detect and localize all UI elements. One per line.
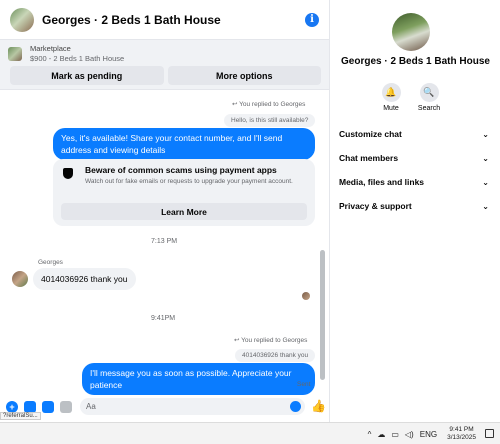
chat-panel: Georges · 2 Beds 1 Bath House i Marketpl… [0, 0, 330, 422]
message-outgoing[interactable]: I'll message you as soon as possible. Ap… [82, 363, 315, 395]
listing-title: $900 - 2 Beds 1 Bath House [30, 54, 125, 63]
seen-avatar [302, 292, 310, 300]
sticker-icon[interactable] [42, 401, 54, 413]
mute-button[interactable]: 🔔 Mute [371, 83, 411, 112]
search-icon: 🔍 [419, 83, 439, 102]
section-label: Customize chat [339, 129, 402, 139]
section-label: Privacy & support [339, 201, 412, 211]
section-label: Chat members [339, 153, 399, 163]
learn-more-button[interactable]: Learn More [61, 203, 307, 220]
conversation-title: Georges · 2 Beds 1 Bath House [341, 56, 490, 67]
notification-icon[interactable] [485, 429, 494, 438]
quoted-message[interactable]: Hello, is this still available? [224, 114, 316, 127]
clock[interactable]: 9:41 PM 3/13/2025 [447, 426, 476, 442]
chevron-down-icon: ⌄ [482, 177, 489, 187]
bell-icon: 🔔 [381, 83, 401, 102]
chevron-down-icon: ⌄ [482, 153, 489, 163]
reply-indicator: ↩ You replied to Georges [234, 336, 307, 344]
message-outgoing[interactable]: Yes, it's available! Share your contact … [53, 128, 315, 160]
section-privacy-support[interactable]: Privacy & support ⌄ [339, 199, 489, 213]
scrollbar[interactable] [320, 250, 325, 380]
gif-icon[interactable] [60, 401, 72, 413]
timestamp: 7:13 PM [151, 238, 178, 245]
reply-meta-text: You replied to Georges [239, 101, 306, 108]
chevron-up-icon[interactable]: ^ [368, 430, 372, 439]
url-tooltip: ?referralSu... [0, 412, 41, 420]
marketplace-label: Marketplace [30, 44, 71, 53]
system-tray: ^ ☁ ▭ ◁) ENG 9:41 PM 3/13/2025 [368, 426, 476, 442]
avatar[interactable] [10, 7, 34, 32]
search-label: Search [417, 105, 441, 112]
conversation-details-panel: Georges · 2 Beds 1 Bath House 🔔 Mute 🔍 S… [331, 0, 500, 422]
scam-warning-card: Beware of common scams using payment app… [53, 159, 315, 226]
listing-text: Marketplace $900 - 2 Beds 1 Bath House [30, 44, 124, 64]
search-button[interactable]: 🔍 Search [409, 83, 449, 112]
listing-row[interactable]: Marketplace $900 - 2 Beds 1 Bath House [8, 44, 321, 64]
language-indicator[interactable]: ENG [420, 430, 437, 439]
section-media-files-links[interactable]: Media, files and links ⌄ [339, 175, 489, 189]
section-customize-chat[interactable]: Customize chat ⌄ [339, 127, 489, 141]
message-status: Sent [297, 381, 311, 388]
taskbar: ^ ☁ ▭ ◁) ENG 9:41 PM 3/13/2025 [0, 422, 500, 444]
chevron-down-icon: ⌄ [482, 129, 489, 139]
composer: + Aa 👍 [0, 396, 330, 418]
section-chat-members[interactable]: Chat members ⌄ [339, 151, 489, 165]
chat-title[interactable]: Georges · 2 Beds 1 Bath House [42, 13, 305, 27]
messenger-window: Georges · 2 Beds 1 Bath House i Marketpl… [0, 0, 500, 422]
shield-icon [63, 168, 73, 179]
section-label: Media, files and links [339, 177, 425, 187]
avatar[interactable] [392, 13, 430, 51]
mute-label: Mute [383, 105, 399, 112]
message-input[interactable]: Aa [80, 398, 305, 415]
clock-time: 9:41 PM [449, 426, 474, 433]
reply-meta-text: You replied to Georges [241, 337, 308, 344]
mark-pending-button[interactable]: Mark as pending [10, 66, 164, 85]
sender-name: Georges [38, 259, 63, 266]
info-icon[interactable]: i [305, 12, 319, 27]
listing-thumbnail [8, 47, 22, 61]
timestamp: 9:41PM [151, 315, 176, 322]
marketplace-actions: Mark as pending More options [10, 66, 321, 85]
thumbs-up-icon[interactable]: 👍 [311, 399, 326, 413]
clock-date: 3/13/2025 [447, 434, 476, 441]
quoted-message[interactable]: 4014036926 thank you [235, 349, 316, 362]
emoji-icon[interactable] [290, 401, 301, 412]
scam-warning-text: Watch out for fake emails or requests to… [85, 178, 293, 185]
more-options-button[interactable]: More options [167, 66, 321, 85]
network-icon[interactable]: ▭ [391, 430, 399, 439]
volume-icon[interactable]: ◁) [405, 430, 414, 439]
scam-warning-title: Beware of common scams using payment app… [85, 165, 277, 175]
chat-header: Georges · 2 Beds 1 Bath House i [0, 0, 329, 40]
chevron-down-icon: ⌄ [482, 201, 489, 211]
cloud-icon[interactable]: ☁ [377, 430, 385, 439]
avatar[interactable] [12, 271, 28, 287]
message-incoming[interactable]: 4014036926 thank you [33, 268, 136, 290]
reply-indicator: ↩ You replied to Georges [232, 100, 305, 108]
